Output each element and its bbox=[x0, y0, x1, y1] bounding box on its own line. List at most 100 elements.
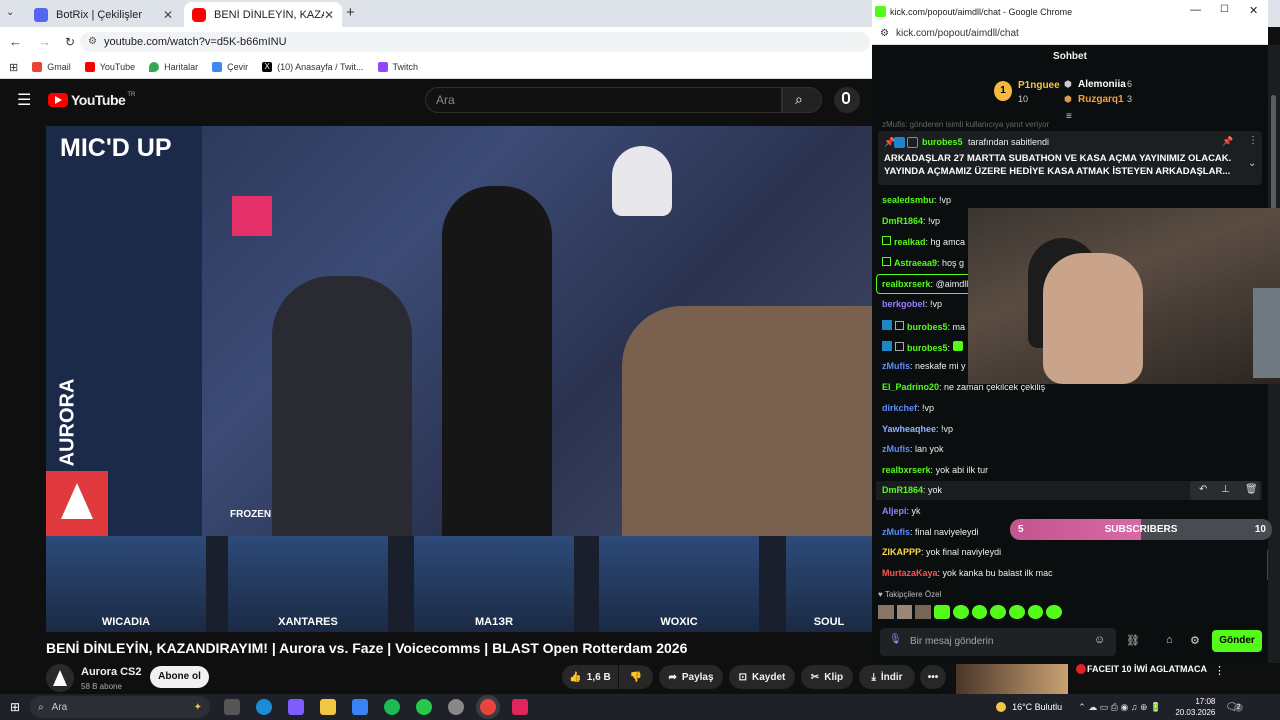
new-tab-button[interactable]: + bbox=[346, 4, 355, 21]
chat-username[interactable]: Astraeaa9 bbox=[894, 258, 937, 268]
share-button[interactable]: ➦ Paylaş bbox=[659, 665, 723, 689]
channel-name[interactable]: Aurora CS2 bbox=[81, 666, 142, 678]
chat-username[interactable]: dirkchef bbox=[882, 403, 917, 413]
emote-icon[interactable] bbox=[1027, 605, 1044, 619]
chat-username[interactable]: El_Padrino20 bbox=[882, 382, 939, 392]
tab-youtube[interactable]: BENİ DİNLEYİN, KAZANDIRAYIM! ... ✕ bbox=[184, 2, 342, 27]
emote-icon[interactable] bbox=[1046, 605, 1063, 619]
windows-start-icon[interactable]: ⊞ bbox=[10, 700, 20, 714]
close-tab-icon[interactable]: ✕ bbox=[163, 8, 173, 22]
tab-search-icon[interactable]: ⌄ bbox=[6, 7, 20, 21]
chat-username[interactable]: burobes5 bbox=[907, 322, 948, 332]
bookmark-gmail[interactable]: Gmail bbox=[32, 62, 71, 72]
bookmark-maps[interactable]: Haritalar bbox=[149, 62, 198, 72]
next-video-title[interactable]: FACEIT 10 İWİ AGLATMACA bbox=[1087, 664, 1207, 674]
apps-grid-icon[interactable]: ⊞ bbox=[9, 61, 18, 74]
like-button[interactable]: 👍 1,6 B bbox=[562, 665, 618, 689]
subscribe-button[interactable]: Abone ol bbox=[150, 666, 209, 688]
chat-username[interactable]: realkad bbox=[894, 237, 926, 247]
close-window-icon[interactable]: ✕ bbox=[1249, 4, 1258, 17]
pinned-menu-icon[interactable]: ⋮ bbox=[1248, 135, 1258, 146]
emote-icon[interactable] bbox=[934, 605, 950, 619]
task-view-icon[interactable] bbox=[224, 699, 241, 715]
emote-icon[interactable] bbox=[915, 605, 932, 619]
edge-icon[interactable] bbox=[256, 699, 273, 715]
save-button[interactable]: ⊡ Kaydet bbox=[729, 665, 795, 689]
store-icon[interactable] bbox=[352, 699, 369, 715]
system-tray-icons[interactable]: ⌃ ☁ ▭ ⎙ ◉ ♫ ⊕ 🔋 bbox=[1078, 702, 1161, 713]
green-app-icon[interactable] bbox=[416, 699, 433, 715]
chat-username[interactable]: DmR1864 bbox=[882, 216, 923, 226]
steam-icon[interactable] bbox=[448, 699, 465, 715]
chat-username[interactable]: zMufis bbox=[882, 361, 910, 371]
clip-button[interactable]: ✂ Klip bbox=[801, 665, 853, 689]
bookmark-twitter[interactable]: X (10) Anasayfa / Twit... bbox=[262, 62, 364, 72]
spotify-icon[interactable] bbox=[384, 699, 401, 715]
taskbar-search[interactable]: ⌕ Ara ✦ bbox=[30, 696, 211, 718]
minimize-icon[interactable]: — bbox=[1190, 4, 1201, 16]
chat-username[interactable]: burobes5 bbox=[907, 343, 948, 353]
emote-icon[interactable] bbox=[878, 605, 894, 619]
leader-name[interactable]: Alemoniia bbox=[1078, 79, 1126, 90]
chat-username[interactable]: zMufis bbox=[882, 444, 910, 454]
maximize-icon[interactable]: ☐ bbox=[1220, 4, 1229, 15]
red-app-icon[interactable] bbox=[512, 699, 529, 715]
video-player[interactable]: MIC'D UP AURORA FROZEN WICADIA XANTARES … bbox=[46, 126, 872, 632]
chat-username[interactable]: berkgobel bbox=[882, 299, 925, 309]
chat-username[interactable]: MurtazaKaya bbox=[882, 568, 938, 578]
reply-icon[interactable]: ↶ bbox=[1199, 484, 1207, 495]
unpin-icon[interactable]: 📌 bbox=[1222, 136, 1233, 147]
emote-icon[interactable] bbox=[990, 605, 1006, 619]
chat-username[interactable]: zMufis bbox=[882, 527, 910, 537]
emoji-icon[interactable]: ☺ bbox=[1094, 634, 1105, 646]
kebab-menu-icon[interactable]: ⋮ bbox=[1214, 664, 1225, 677]
file-explorer-icon[interactable] bbox=[320, 699, 337, 715]
chat-username[interactable]: realbxrserk bbox=[882, 279, 931, 289]
youtube-logo[interactable]: YouTube TR bbox=[48, 92, 135, 108]
microphone-icon[interactable]: 🎙 bbox=[889, 634, 902, 645]
emote-icon[interactable] bbox=[1008, 605, 1025, 619]
leader-name[interactable]: P1nguee bbox=[1018, 80, 1060, 91]
gear-icon[interactable]: ⚙ bbox=[1190, 634, 1200, 647]
pin-icon[interactable]: ⊥ bbox=[1221, 484, 1230, 495]
voice-search-button[interactable] bbox=[834, 87, 860, 113]
next-video-thumbnail[interactable] bbox=[956, 664, 1068, 694]
channel-avatar[interactable] bbox=[46, 664, 74, 692]
address-bar[interactable]: ⚙ youtube.com/watch?v=d5K-b66mINU bbox=[80, 32, 870, 52]
more-actions-button[interactable]: ••• bbox=[920, 665, 946, 689]
chat-username[interactable]: ZIKAPPP bbox=[882, 547, 921, 557]
tab-botrix[interactable]: BotRix | Çekilişler ✕ bbox=[26, 2, 181, 27]
store-icon[interactable]: ⌂ bbox=[1166, 634, 1173, 646]
chrome-icon[interactable] bbox=[480, 699, 497, 715]
emote-icon[interactable] bbox=[971, 605, 988, 619]
download-button[interactable]: ⤓ İndir bbox=[859, 665, 915, 689]
link-icon[interactable]: ⛓ bbox=[1126, 634, 1140, 647]
chat-username[interactable]: realbxrserk bbox=[882, 465, 931, 475]
site-info-icon[interactable]: ⚙ bbox=[880, 23, 889, 45]
reload-icon[interactable]: ↻ bbox=[65, 35, 75, 49]
search-button[interactable]: ⌕ bbox=[782, 87, 822, 113]
delete-icon[interactable]: 🗑 bbox=[1245, 484, 1258, 495]
pinned-message[interactable]: 📌 burobes5 tarafından sabitlendi 📌 ⋮ ARK… bbox=[878, 131, 1262, 185]
chat-input[interactable]: 🎙 Bir mesaj gönderin ☺ bbox=[880, 628, 1116, 656]
bookmark-youtube[interactable]: YouTube bbox=[84, 62, 135, 72]
copilot-icon[interactable] bbox=[288, 699, 305, 715]
forward-icon[interactable]: → bbox=[38, 34, 51, 49]
chat-username[interactable]: sealedsmbu bbox=[882, 195, 934, 205]
emote-icon[interactable] bbox=[896, 605, 913, 619]
menu-icon[interactable]: ☰ bbox=[17, 90, 31, 110]
popup-url-bar[interactable]: ⚙ kick.com/popout/aimdll/chat bbox=[872, 23, 1268, 45]
dislike-button[interactable]: 👎 bbox=[619, 665, 653, 689]
chat-username[interactable]: Yawheaqhee bbox=[882, 424, 936, 434]
send-button[interactable]: Gönder bbox=[1212, 630, 1262, 652]
bookmark-translate[interactable]: Çevir bbox=[212, 62, 248, 72]
site-info-icon[interactable]: ⚙ bbox=[88, 32, 97, 52]
back-icon[interactable]: ← bbox=[9, 34, 22, 49]
weather-label[interactable]: 16°C Bulutlu bbox=[1012, 702, 1062, 712]
close-tab-icon[interactable]: ✕ bbox=[324, 8, 334, 22]
bookmark-twitch[interactable]: Twitch bbox=[377, 62, 418, 72]
search-input[interactable]: Ara bbox=[425, 87, 782, 113]
chat-username[interactable]: Aljepi bbox=[882, 506, 907, 516]
chat-username[interactable]: DmR1864 bbox=[882, 485, 923, 495]
emote-icon[interactable] bbox=[952, 605, 969, 619]
